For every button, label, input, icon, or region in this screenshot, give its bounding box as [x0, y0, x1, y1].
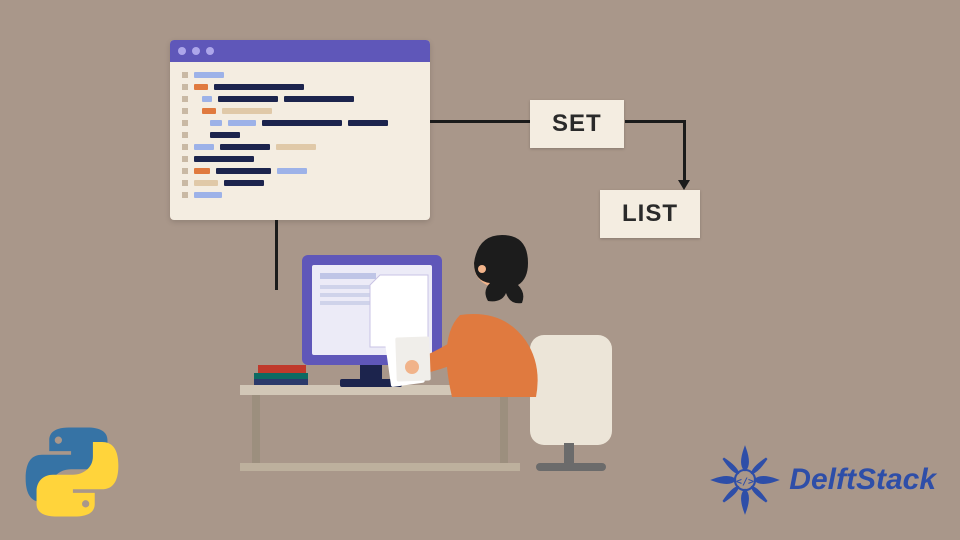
label-set-text: SET [552, 110, 602, 137]
connector-line [625, 120, 685, 123]
traffic-light-icon [178, 47, 186, 55]
traffic-light-icon [206, 47, 214, 55]
delftstack-mandala-icon: </> [709, 444, 781, 516]
traffic-light-icon [192, 47, 200, 55]
illustration-scene [230, 215, 650, 475]
label-set: SET [530, 100, 624, 148]
arrow-down-icon [678, 180, 690, 190]
python-logo-icon [22, 422, 122, 522]
connector-line [683, 120, 686, 182]
connector-line [430, 120, 530, 123]
delftstack-brand: </> DelftStack [709, 444, 936, 516]
svg-text:</>: </> [736, 476, 754, 487]
window-titlebar [170, 40, 430, 62]
code-editor-window [170, 40, 430, 220]
delftstack-wordmark: DelftStack [789, 463, 936, 497]
code-body [170, 62, 430, 214]
